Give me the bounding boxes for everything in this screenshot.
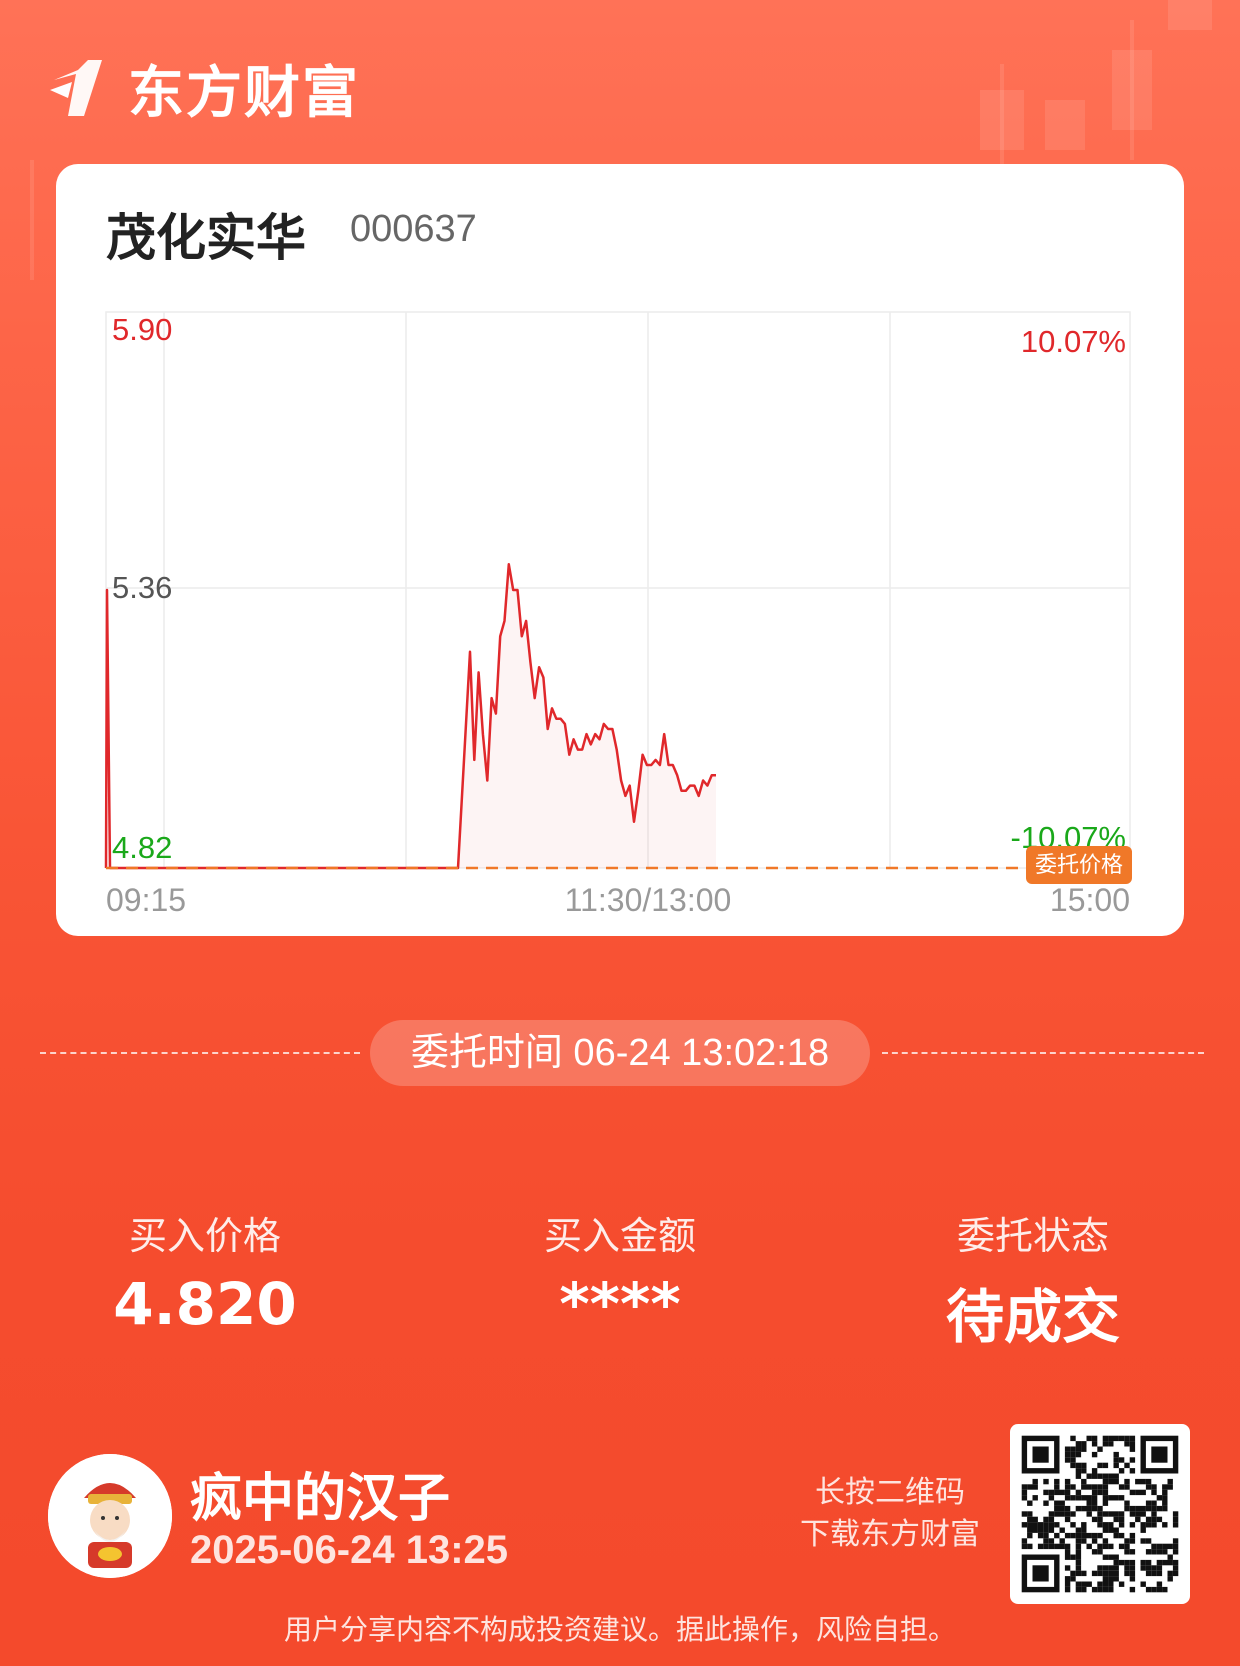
qr-hint: 长按二维码 下载东方财富: [780, 1472, 1000, 1556]
x-label-mid: 11:30/13:00: [565, 882, 732, 918]
decor-candle: [1045, 100, 1085, 150]
price-area: [458, 564, 716, 868]
pct-label-top: 10.07%: [1021, 324, 1126, 359]
qr-hint-line2: 下载东方财富: [800, 1517, 980, 1552]
stat-value: 待成交: [945, 1283, 1120, 1351]
dash-right: [882, 1052, 1204, 1054]
disclaimer: 用户分享内容不构成投资建议。据此操作，风险自担。: [283, 1613, 956, 1646]
y-label-top: 5.90: [112, 312, 172, 347]
decor-wick: [1130, 20, 1134, 160]
brand-name: 东方财富: [128, 61, 360, 126]
stat-value: ****: [559, 1270, 681, 1338]
stat-label: 买入价格: [128, 1214, 281, 1258]
decor-wick: [30, 160, 34, 280]
x-label-start: 09:15: [106, 882, 186, 918]
qr-code-image: [1021, 1435, 1179, 1593]
y-label-mid: 5.36: [112, 570, 172, 605]
qr-hint-line1: 长按二维码: [815, 1475, 965, 1510]
stat-order-status: 委托状态 待成交: [938, 1205, 1128, 1354]
stat-label: 委托状态: [956, 1214, 1109, 1258]
order-price-tag-label: 委托价格: [1035, 852, 1123, 877]
username: 疯中的汉子: [190, 1469, 451, 1529]
intraday-chart: 5.90 5.36 4.82 10.07% -10.07% 委托价格 09:15…: [104, 311, 1132, 918]
stat-buy-price: 买入价格 4.820: [110, 1205, 300, 1338]
stat-label: 买入金额: [543, 1214, 696, 1258]
stat-value: 4.820: [113, 1270, 297, 1338]
share-datetime: 2025-06-24 13:25: [190, 1528, 509, 1572]
dash-left: [40, 1052, 360, 1054]
order-price-tag: 委托价格: [1026, 846, 1132, 884]
order-time-row: 委托时间 06-24 13:02:18: [40, 1020, 1204, 1086]
order-time: 委托时间 06-24 13:02:18: [370, 1020, 870, 1086]
share-card-page: 东方财富 茂化实华 000637 5.90 5.36 4.82 10.07% -…: [0, 0, 1240, 1666]
avatar-image: [48, 1454, 172, 1578]
brand-logo: 东方财富: [48, 48, 360, 129]
brand-mark-icon: [50, 59, 102, 116]
avatar[interactable]: [48, 1454, 172, 1578]
qr-code[interactable]: [1010, 1424, 1190, 1604]
stock-card: 茂化实华 000637 5.90 5.36 4.82 10.07% -10.07…: [56, 164, 1184, 936]
decor-candle: [1168, 0, 1212, 30]
x-label-end: 15:00: [1050, 882, 1130, 918]
y-label-bottom: 4.82: [112, 830, 172, 865]
decor-wick: [1000, 64, 1004, 164]
stat-buy-amount: 买入金额 ****: [525, 1205, 715, 1338]
